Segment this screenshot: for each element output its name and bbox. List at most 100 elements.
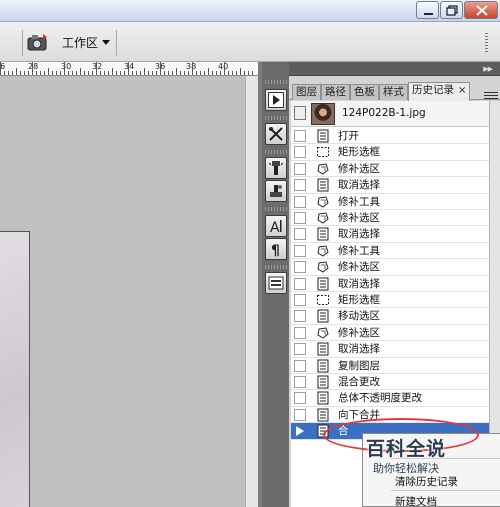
ruler-tick <box>144 68 145 75</box>
history-step[interactable]: 修补选区 <box>291 325 489 342</box>
ruler-tick <box>92 71 93 75</box>
document-icon <box>316 178 330 192</box>
ruler-tick <box>44 71 45 75</box>
history-source-checkbox[interactable] <box>294 179 306 192</box>
dock-grip <box>265 265 287 269</box>
workspace-dropdown[interactable]: 工作区 <box>62 33 111 51</box>
history-source-checkbox[interactable] <box>294 146 306 159</box>
tab-history[interactable]: 历史记录 × <box>408 82 471 101</box>
snapshot-label: 124P022B-1.jpg <box>342 107 426 119</box>
history-source-checkbox[interactable] <box>294 376 306 388</box>
history-source-checkbox[interactable] <box>294 326 306 339</box>
history-step-label: 矩形选框 <box>338 146 380 159</box>
history-step[interactable]: 移动选区 <box>291 308 489 325</box>
ruler-tick <box>168 71 169 75</box>
camera-icon[interactable] <box>27 32 49 52</box>
history-step[interactable]: 复制图层 <box>291 358 489 374</box>
character-button[interactable]: A <box>265 215 287 237</box>
history-step[interactable]: 矩形选框 <box>291 292 489 309</box>
history-step-label: 复制图层 <box>338 359 380 372</box>
history-step[interactable]: 取消选择 <box>291 226 489 243</box>
history-step[interactable]: 混合更改 <box>291 374 489 391</box>
history-step[interactable]: 修补工具 <box>291 243 489 260</box>
layer-comps-icon <box>268 276 284 290</box>
document-canvas[interactable] <box>0 231 30 507</box>
ruler-tick <box>136 71 137 75</box>
tools-icon <box>269 127 283 141</box>
history-source-checkbox[interactable] <box>294 277 306 290</box>
close-button[interactable] <box>464 1 498 19</box>
history-source-checkbox[interactable] <box>294 408 306 421</box>
tab-swatches[interactable]: 色板 <box>350 84 379 100</box>
brushes-button[interactable] <box>265 157 287 179</box>
options-bar: 工作区 <box>0 22 500 62</box>
document-window: 6 28 30 32 34 36 38 40 <box>0 62 258 507</box>
history-source-checkbox[interactable] <box>294 195 306 208</box>
document-scrollbar[interactable] <box>245 76 258 507</box>
tab-paths[interactable]: 路径 <box>321 84 350 100</box>
clone-stamp-icon <box>270 185 282 197</box>
ruler-tick <box>236 71 237 75</box>
ruler-tick <box>52 71 53 75</box>
history-step-label: 总体不透明度更改 <box>338 392 422 405</box>
title-bar <box>0 0 500 22</box>
history-step[interactable]: 修补工具 <box>291 194 489 210</box>
history-source-checkbox[interactable] <box>294 212 306 224</box>
ruler-tick <box>68 71 69 75</box>
history-source-checkbox[interactable] <box>294 261 306 274</box>
history-step-label: 取消选择 <box>338 179 380 192</box>
close-tab-icon[interactable]: × <box>458 85 466 96</box>
history-source-checkbox[interactable] <box>294 310 306 323</box>
maximize-button[interactable] <box>440 1 463 19</box>
history-step[interactable]: 取消选择 <box>291 177 489 194</box>
tool-presets-button[interactable] <box>265 123 287 145</box>
history-step[interactable]: 修补选区 <box>291 259 489 276</box>
menu-item-new-document[interactable]: 新建文档 <box>395 494 437 507</box>
history-step[interactable]: 取消选择 <box>291 276 489 292</box>
clone-source-button[interactable] <box>265 180 287 202</box>
history-step-label: 取消选择 <box>338 277 380 290</box>
dock-grip <box>265 150 287 154</box>
history-step[interactable]: 总体不透明度更改 <box>291 390 489 407</box>
icon-dock: A ¶ <box>262 62 289 507</box>
watermark-title: 百科全说 <box>366 438 447 460</box>
history-brush-source-icon[interactable] <box>294 106 306 120</box>
ruler-tick <box>224 62 225 75</box>
history-source-checkbox[interactable] <box>294 359 306 372</box>
history-source-checkbox[interactable] <box>294 425 306 437</box>
history-step[interactable]: 矩形选框 <box>291 144 489 161</box>
history-snapshot[interactable]: 124P022B-1.jpg <box>291 101 489 127</box>
ruler-tick <box>104 71 105 75</box>
history-step[interactable]: 修补选区 <box>291 161 489 178</box>
expand-dock-icon[interactable]: ▶▶ <box>483 65 493 73</box>
document-icon <box>316 408 330 422</box>
tab-layers[interactable]: 图层 <box>292 84 321 100</box>
paragraph-button[interactable]: ¶ <box>265 238 287 260</box>
history-step[interactable]: 修补选区 <box>291 210 489 227</box>
actions-button[interactable] <box>265 89 287 111</box>
history-source-checkbox[interactable] <box>294 130 306 142</box>
tab-styles[interactable]: 样式 <box>379 84 408 100</box>
svg-text:A: A <box>270 220 280 234</box>
ruler-tick <box>72 71 73 75</box>
ruler-tick <box>228 71 229 75</box>
ruler-tick <box>240 68 241 75</box>
history-source-checkbox[interactable] <box>294 228 306 241</box>
history-source-checkbox[interactable] <box>294 244 306 257</box>
document-icon <box>316 375 330 389</box>
history-step-label: 移动选区 <box>338 310 380 323</box>
history-source-checkbox[interactable] <box>294 294 306 306</box>
history-source-checkbox[interactable] <box>294 343 306 356</box>
ruler-tick <box>200 71 201 75</box>
history-step[interactable]: 打开 <box>291 128 489 145</box>
play-icon <box>268 92 284 108</box>
minimize-button[interactable] <box>416 1 439 19</box>
ruler-tick <box>76 71 77 75</box>
history-step-label: 修补选区 <box>338 162 380 175</box>
layer-comps-button[interactable] <box>265 272 287 294</box>
history-step-label: 修补选区 <box>338 212 380 224</box>
ruler-tick <box>188 71 189 75</box>
history-step[interactable]: 取消选择 <box>291 341 489 358</box>
history-source-checkbox[interactable] <box>294 162 306 175</box>
history-source-checkbox[interactable] <box>294 392 306 405</box>
